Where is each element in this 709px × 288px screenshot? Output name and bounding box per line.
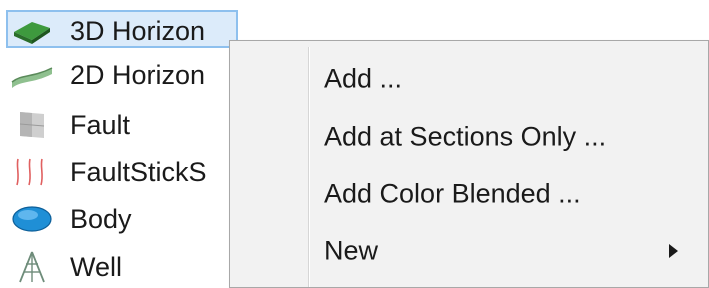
well-icon [8, 250, 56, 284]
menu-item-label: New [324, 235, 379, 266]
object-tree: 3D Horizon 2D Horizon Fault FaultStickS … [0, 0, 260, 288]
tree-item-well[interactable]: Well [0, 244, 260, 288]
body-icon [8, 202, 56, 236]
submenu-arrow-icon [669, 244, 678, 258]
tree-item-body[interactable]: Body [0, 196, 260, 242]
horizon-3d-icon [8, 14, 56, 48]
fault-stick-set-icon [8, 155, 56, 189]
tree-item-label: Well [70, 251, 123, 282]
context-menu: Add ... Add at Sections Only ... Add Col… [229, 40, 709, 288]
tree-item-label: 3D Horizon [70, 15, 206, 46]
tree-item-3d-horizon[interactable]: 3D Horizon [0, 8, 260, 54]
menu-item-add-at-sections-only[interactable]: Add at Sections Only ... [232, 111, 704, 163]
tree-item-label: Body [70, 203, 132, 234]
menu-item-add[interactable]: Add ... [232, 53, 704, 105]
tree-item-label: Fault [70, 109, 131, 140]
menu-item-label: Add Color Blended ... [324, 178, 581, 209]
menu-item-label: Add ... [324, 63, 403, 94]
tree-item-faultsticksets[interactable]: FaultStickS [0, 149, 260, 195]
fault-icon [8, 108, 56, 142]
menu-item-new[interactable]: New [232, 225, 704, 277]
tree-item-label: 2D Horizon [70, 59, 206, 90]
tree-item-label: FaultStickS [70, 156, 207, 187]
horizon-2d-icon [8, 58, 56, 92]
tree-item-2d-horizon[interactable]: 2D Horizon [0, 52, 260, 98]
screen: 3D Horizon 2D Horizon Fault FaultStickS … [0, 0, 709, 288]
menu-item-label: Add at Sections Only ... [324, 121, 607, 152]
menu-item-add-color-blended[interactable]: Add Color Blended ... [232, 168, 704, 220]
tree-item-fault[interactable]: Fault [0, 102, 260, 148]
